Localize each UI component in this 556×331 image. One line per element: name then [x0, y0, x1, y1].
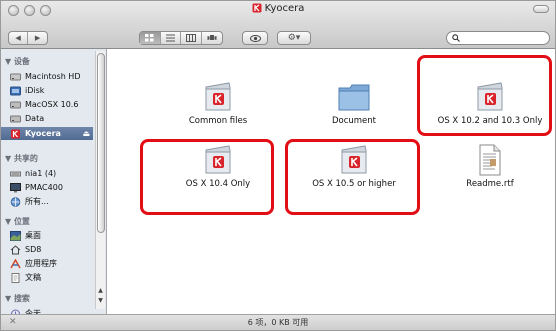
sidebar-item-desktop[interactable]: 桌面 — [1, 229, 93, 242]
sidebar-item-label: 桌面 — [25, 231, 41, 240]
highlight-box-osx-10-4 — [140, 139, 274, 215]
sidebar-section-shared[interactable]: ▼ 共享的 — [5, 153, 38, 164]
back-icon: ◀ — [15, 34, 21, 42]
finder-window: Kyocera ◀ ▶ ⚙▾ ▼ 设备 Macintosh HD iDisk M… — [0, 0, 556, 331]
forward-button[interactable]: ▶ — [28, 32, 47, 44]
disk-icon — [10, 101, 21, 108]
gear-icon: ⚙▾ — [287, 33, 301, 43]
desktop-icon — [10, 230, 21, 241]
kyocera-folder-icon — [205, 82, 231, 111]
sidebar-item-all[interactable]: 所有... — [1, 195, 93, 208]
sidebar-scrollbar[interactable]: ▲ ▼ — [95, 51, 105, 309]
sidebar-resize-handle-icon[interactable]: ✕ — [9, 315, 17, 330]
scrollbar-thumb[interactable] — [97, 53, 105, 233]
sidebar-section-devices[interactable]: ▼ 设备 — [5, 56, 30, 67]
sidebar-item-label: MacOSX 10.6 — [25, 100, 79, 109]
navigation-buttons: ◀ ▶ — [8, 31, 48, 45]
eye-icon — [249, 34, 261, 42]
globe-icon — [10, 196, 21, 207]
list-view-icon — [165, 34, 175, 42]
sidebar-item-pmac400[interactable]: PMAC400 — [1, 181, 93, 194]
sidebar-item-label: Data — [25, 114, 45, 123]
sidebar-item-label: 所有... — [25, 197, 49, 206]
search-input[interactable] — [463, 32, 545, 44]
file-label: Common files — [188, 116, 248, 126]
action-menu-button[interactable]: ⚙▾ — [277, 31, 311, 45]
kyocera-icon — [11, 129, 20, 138]
sidebar-item-label: iDisk — [25, 86, 45, 95]
file-label: Readme.rtf — [466, 179, 514, 189]
sidebar-item-applications[interactable]: 应用程序 — [1, 257, 93, 270]
icon-view-button[interactable] — [140, 32, 161, 44]
network-icon — [10, 171, 21, 176]
sidebar-item-documents[interactable]: 文稿 — [1, 271, 93, 284]
sidebar-item-label: nia1 (4) — [25, 169, 57, 178]
monitor-icon — [10, 182, 21, 192]
folder-icon — [338, 84, 370, 111]
sidebar-item-label: PMAC400 — [25, 183, 63, 192]
file-browser: Common files Document OS X 10.2 and 10.3… — [108, 49, 555, 314]
sidebar-item-sd8[interactable]: SD8 — [1, 243, 93, 256]
sidebar-item-nia1[interactable]: nia1 (4) — [1, 167, 93, 180]
window-title-bar: Kyocera — [1, 3, 555, 14]
sidebar-item-macosx[interactable]: MacOSX 10.6 — [1, 98, 93, 111]
applications-icon — [10, 258, 21, 268]
file-item-common-files[interactable]: Common files — [158, 81, 278, 126]
sidebar-item-label: SD8 — [25, 245, 42, 254]
file-item-document[interactable]: Document — [294, 81, 414, 126]
sidebar-item-label: Kyocera — [25, 129, 61, 138]
quick-look-button[interactable] — [242, 31, 268, 45]
disk-icon — [10, 115, 21, 122]
coverflow-view-icon — [207, 35, 217, 40]
sidebar-item-macintosh-hd[interactable]: Macintosh HD — [1, 70, 93, 83]
window-title: Kyocera — [264, 3, 305, 14]
file-item-readme[interactable]: Readme.rtf — [430, 144, 550, 189]
window-chrome: Kyocera ◀ ▶ ⚙▾ — [1, 1, 555, 49]
sidebar-item-kyocera[interactable]: Kyocera ⏏ — [1, 127, 93, 140]
coverflow-view-button[interactable] — [202, 32, 222, 44]
icon-view-icon — [145, 34, 154, 42]
search-field[interactable] — [446, 31, 550, 45]
search-icon — [452, 34, 460, 42]
forward-icon: ▶ — [34, 34, 41, 42]
idisk-icon — [10, 86, 21, 95]
hard-disk-icon — [10, 73, 21, 80]
sidebar-item-today[interactable]: 今天 — [1, 307, 93, 314]
sidebar-item-label: Macintosh HD — [25, 72, 81, 81]
home-icon — [10, 244, 21, 254]
toolbar-toggle-button[interactable] — [533, 5, 549, 13]
kyocera-icon — [252, 3, 262, 13]
sidebar-item-data[interactable]: Data — [1, 112, 93, 125]
sidebar-item-idisk[interactable]: iDisk — [1, 84, 93, 97]
sidebar-section-places[interactable]: ▼ 位置 — [5, 216, 30, 227]
eject-icon[interactable]: ⏏ — [82, 129, 90, 138]
scroll-up-arrow-icon[interactable]: ▲ — [96, 287, 105, 295]
status-text: 6 项，0 KB 可用 — [247, 318, 309, 327]
highlight-box-osx-10-5 — [285, 139, 420, 215]
rtf-document-icon — [479, 144, 501, 176]
scroll-down-arrow-icon[interactable]: ▼ — [96, 297, 105, 305]
view-mode-control — [139, 31, 223, 45]
sidebar-item-label: 文稿 — [25, 273, 41, 282]
sidebar-item-label: 应用程序 — [25, 259, 57, 268]
sidebar-section-search[interactable]: ▼ 搜索 — [5, 293, 30, 304]
list-view-button[interactable] — [161, 32, 181, 44]
column-view-button[interactable] — [181, 32, 202, 44]
documents-icon — [11, 272, 20, 283]
sidebar: ▼ 设备 Macintosh HD iDisk MacOSX 10.6 Data… — [1, 49, 107, 314]
back-button[interactable]: ◀ — [9, 32, 29, 44]
highlight-box-osx-10-2-10-3 — [417, 55, 552, 136]
column-view-icon — [185, 34, 196, 42]
status-bar: ✕ 6 项，0 KB 可用 — [1, 314, 555, 330]
file-label: Document — [331, 116, 377, 126]
